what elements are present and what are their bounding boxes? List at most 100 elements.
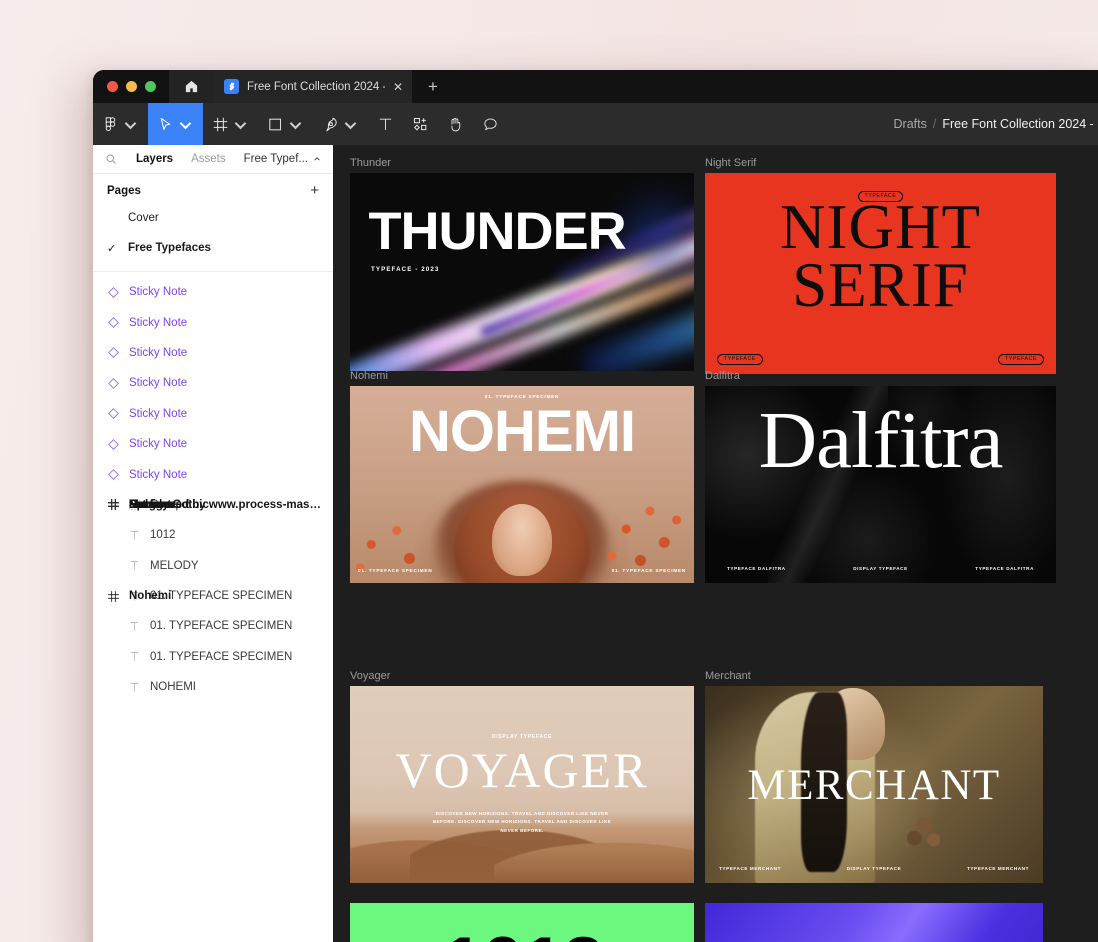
sticky-icon xyxy=(107,346,120,359)
frame-nohemi[interactable]: Nohemi 01. TYPEFACE SPECIMEN NOHEMI 01. … xyxy=(350,370,694,583)
hand-tool-button[interactable] xyxy=(438,103,473,145)
text-layer-icon xyxy=(130,652,139,661)
tab-assets[interactable]: Assets xyxy=(182,153,235,165)
layer-row[interactable]: Sticky Note xyxy=(93,429,333,459)
text-icon xyxy=(128,559,141,572)
window-traffic-lights xyxy=(93,70,169,103)
search-icon[interactable] xyxy=(105,153,127,165)
layer-row[interactable]: Melody xyxy=(93,490,169,520)
nohemi-bottom-left: 01. TYPEFACE SPECIMEN xyxy=(358,569,433,574)
layer-row[interactable]: MELODY xyxy=(93,551,333,581)
frame-thunder[interactable]: Thunder THUNDER TYPEFACE - 2023 xyxy=(350,157,694,371)
layer-label: 1012 xyxy=(150,529,176,542)
merchant-bottom-right: TYPEFACE MERCHANT xyxy=(966,866,1029,871)
text-layer-icon xyxy=(130,561,139,570)
components-plus-icon xyxy=(413,117,427,130)
panel-tab-bar: Layers Assets Free Typef... xyxy=(93,145,333,174)
resources-tool-button[interactable] xyxy=(403,103,438,145)
dalfitra-title: Dalfitra xyxy=(758,395,1004,485)
layer-label: 01. TYPEFACE SPECIMEN xyxy=(150,650,293,663)
layer-row[interactable]: 1012 xyxy=(93,520,333,550)
layer-row[interactable]: NOHEMI xyxy=(93,672,333,702)
breadcrumb-file[interactable]: Free Font Collection 2024 - Proc xyxy=(942,117,1098,131)
maximize-window-button[interactable] xyxy=(145,81,156,92)
sticky-icon xyxy=(107,407,120,420)
frame-label[interactable]: Thunder xyxy=(350,157,391,169)
layer-label: Melody xyxy=(129,498,169,511)
night-serif-pill-bottom-left: TYPEFACE xyxy=(717,353,763,365)
chevron-down-icon xyxy=(124,121,137,129)
frame-melody[interactable]: Melody 1012 xyxy=(350,903,694,942)
frame-tool-button[interactable] xyxy=(203,103,258,145)
pen-tool-button[interactable] xyxy=(313,103,368,145)
layer-label: NOHEMI xyxy=(150,681,196,694)
minimize-window-button[interactable] xyxy=(126,81,137,92)
page-item-free-typefaces[interactable]: ✓ Free Typefaces xyxy=(93,233,333,263)
page-selector[interactable]: Free Typef... xyxy=(244,153,321,165)
design-canvas[interactable]: Thunder THUNDER TYPEFACE - 2023 Night Se… xyxy=(333,145,1098,942)
frame-aber-mono[interactable]: Aber Mono xyxy=(705,903,1043,942)
frame-label[interactable]: Nohemi xyxy=(350,370,388,382)
move-tool-button[interactable] xyxy=(148,103,203,145)
layer-row[interactable]: Sticky Note xyxy=(93,307,333,337)
add-page-button[interactable]: + xyxy=(310,183,319,198)
text-icon xyxy=(128,681,141,694)
chevron-up-icon xyxy=(314,157,320,161)
frame-dalfitra[interactable]: Dalfitra Dalfitra TYPEFACE DALFITRA DISP… xyxy=(705,370,1056,583)
voyager-title: VOYAGER xyxy=(395,742,649,798)
hand-icon xyxy=(451,117,461,131)
night-serif-title-line2: SERIF xyxy=(792,249,969,320)
layer-label: MELODY xyxy=(150,559,199,572)
figma-favicon-icon xyxy=(224,79,239,94)
layer-row[interactable]: Sticky Note xyxy=(93,277,333,307)
text-icon xyxy=(379,118,392,130)
browser-tab[interactable]: Free Font Collection 2024 - Proces ✕ xyxy=(213,70,413,103)
home-icon[interactable] xyxy=(169,70,213,103)
breadcrumb-project[interactable]: Drafts xyxy=(894,117,927,131)
figma-menu-button[interactable] xyxy=(93,103,148,145)
layer-label: Sticky Note xyxy=(129,377,188,390)
text-tool-button[interactable] xyxy=(368,103,403,145)
frame-voyager[interactable]: Voyager DISPLAY TYPEFACE VOYAGER DISCOVE… xyxy=(350,670,694,883)
sticky-note-diamond-icon xyxy=(108,469,119,480)
page-item-cover[interactable]: Cover xyxy=(93,203,333,233)
comment-tool-button[interactable] xyxy=(473,103,508,145)
dalfitra-bottom-center: DISPLAY TYPEFACE xyxy=(853,566,908,571)
text-layer-icon xyxy=(130,682,139,692)
text-layer-icon xyxy=(130,622,139,631)
frame-label[interactable]: Merchant xyxy=(705,670,751,682)
cursor-icon xyxy=(160,117,171,130)
layer-row[interactable]: Sticky Note xyxy=(93,368,333,398)
frame-label[interactable]: Voyager xyxy=(350,670,390,682)
left-sidebar: Layers Assets Free Typef... Pages + Cove… xyxy=(93,145,333,942)
layer-row[interactable]: Sticky Note xyxy=(93,338,333,368)
text-icon xyxy=(128,620,141,633)
text-icon xyxy=(128,650,141,663)
layer-row[interactable]: 01. TYPEFACE SPECIMEN xyxy=(93,611,333,641)
night-serif-pill-bottom-right: TYPEFACE xyxy=(998,353,1044,365)
merchant-title: MERCHANT xyxy=(747,762,1001,809)
layer-row[interactable]: Sticky Note xyxy=(93,459,333,489)
layer-row[interactable]: Sticky Note xyxy=(93,399,333,429)
frame-merchant[interactable]: Merchant MERCHANT TYPEFACE MERCHANT DISP… xyxy=(705,670,1043,883)
layer-label: 01. TYPEFACE SPECIMEN xyxy=(150,590,293,603)
frame-label[interactable]: Night Serif xyxy=(705,157,756,169)
new-tab-button[interactable]: + xyxy=(413,70,453,103)
close-icon[interactable]: ✕ xyxy=(393,81,403,93)
sticky-note-diamond-icon xyxy=(108,347,119,359)
frame-label[interactable]: Dalfitra xyxy=(705,370,740,382)
layer-row[interactable]: 01. TYPEFACE SPECIMEN xyxy=(93,642,333,672)
merchant-bottom-center: DISPLAY TYPEFACE xyxy=(846,866,902,871)
layer-label: Sticky Note xyxy=(129,407,188,420)
layer-label: Sticky Note xyxy=(129,468,188,481)
figma-logo-icon xyxy=(105,116,116,131)
sticky-icon xyxy=(107,438,120,451)
dalfitra-bottom-right: TYPEFACE DALFITRA xyxy=(975,566,1034,571)
layers-list[interactable]: Sticky Note Sticky Note Sticky Note Sticky … xyxy=(93,272,333,942)
shape-tool-button[interactable] xyxy=(258,103,313,145)
frame-night-serif[interactable]: Night Serif TYPEFACE NIGHT SERIF TYPEFAC… xyxy=(705,157,1056,374)
layer-label: 01. TYPEFACE SPECIMEN xyxy=(150,620,293,633)
layer-row[interactable]: Nohemi xyxy=(93,581,171,611)
tab-layers[interactable]: Layers xyxy=(127,153,182,165)
close-window-button[interactable] xyxy=(107,81,118,92)
